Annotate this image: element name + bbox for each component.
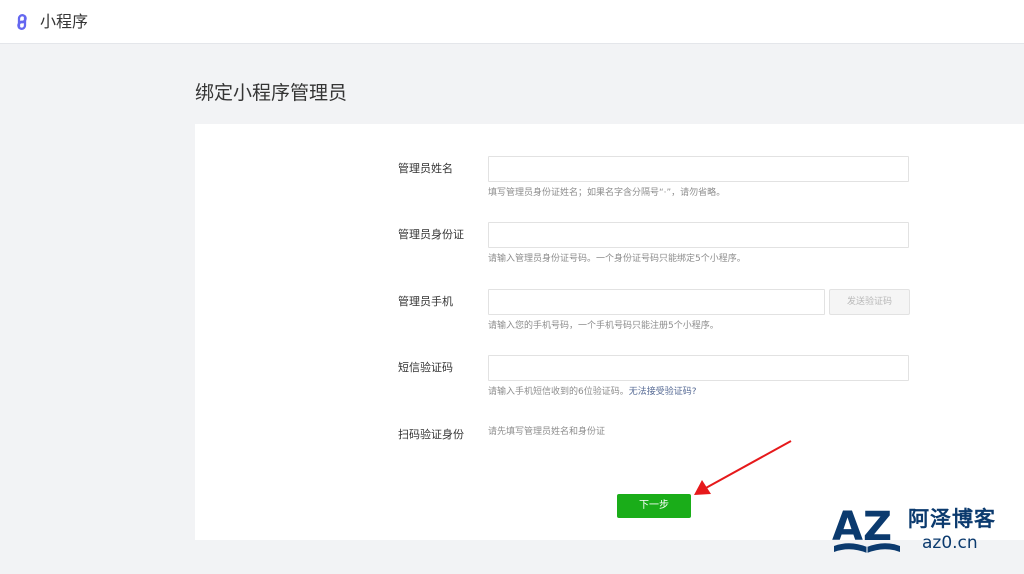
- scan-verify-text: 请先填写管理员姓名和身份证: [488, 427, 606, 437]
- sms-code-hint-text: 请输入手机短信收到的6位验证码。: [488, 387, 629, 397]
- name-input[interactable]: [488, 156, 909, 182]
- app-title[interactable]: 小程序: [40, 11, 88, 33]
- scan-verify-label: 扫码验证身份: [398, 428, 464, 441]
- az-book-logo-icon: AZ: [832, 504, 900, 553]
- phone-input[interactable]: [488, 289, 825, 315]
- phone-label: 管理员手机: [398, 295, 453, 308]
- id-card-label: 管理员身份证: [398, 228, 464, 241]
- sms-code-label: 短信验证码: [398, 361, 453, 374]
- red-arrow-annotation: [694, 440, 792, 495]
- id-card-hint: 请输入管理员身份证号码。一个身份证号码只能绑定5个小程序。: [488, 254, 746, 264]
- name-label: 管理员姓名: [398, 162, 453, 175]
- cannot-receive-code-link[interactable]: 无法接受验证码?: [629, 387, 697, 397]
- watermark-title: 阿泽博客: [908, 507, 996, 531]
- az-logo-text: AZ: [832, 504, 892, 550]
- watermark-subtitle: az0.cn: [922, 533, 978, 553]
- next-step-button[interactable]: 下一步: [617, 494, 691, 518]
- watermark: AZ 阿泽博客 az0.cn: [830, 500, 1020, 560]
- page-title: 绑定小程序管理员: [195, 82, 348, 104]
- id-card-input[interactable]: [488, 222, 909, 248]
- send-code-button[interactable]: 发送验证码: [829, 289, 910, 315]
- phone-hint: 请输入您的手机号码，一个手机号码只能注册5个小程序。: [488, 321, 719, 331]
- miniprogram-logo-icon[interactable]: [10, 10, 34, 34]
- sms-code-input[interactable]: [488, 355, 909, 381]
- top-bar: 小程序: [0, 0, 1024, 44]
- sms-code-hint: 请输入手机短信收到的6位验证码。无法接受验证码?: [488, 386, 697, 398]
- name-hint: 填写管理员身份证姓名；如果名字含分隔号“·”，请勿省略。: [488, 188, 726, 198]
